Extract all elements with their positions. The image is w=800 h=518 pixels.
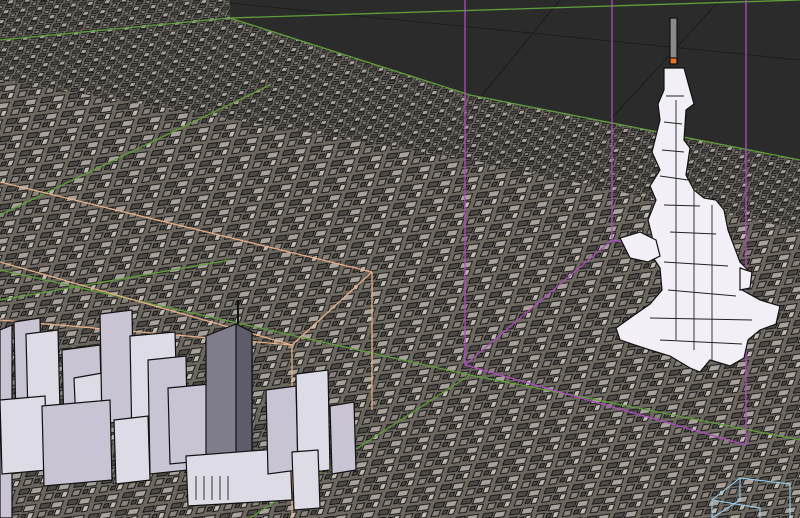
tower-antenna-tip (669, 57, 678, 65)
tower-antenna (669, 17, 678, 64)
tower-branch-right (739, 267, 753, 291)
city-scene[interactable] (0, 0, 800, 518)
3d-viewport[interactable] (0, 0, 800, 518)
